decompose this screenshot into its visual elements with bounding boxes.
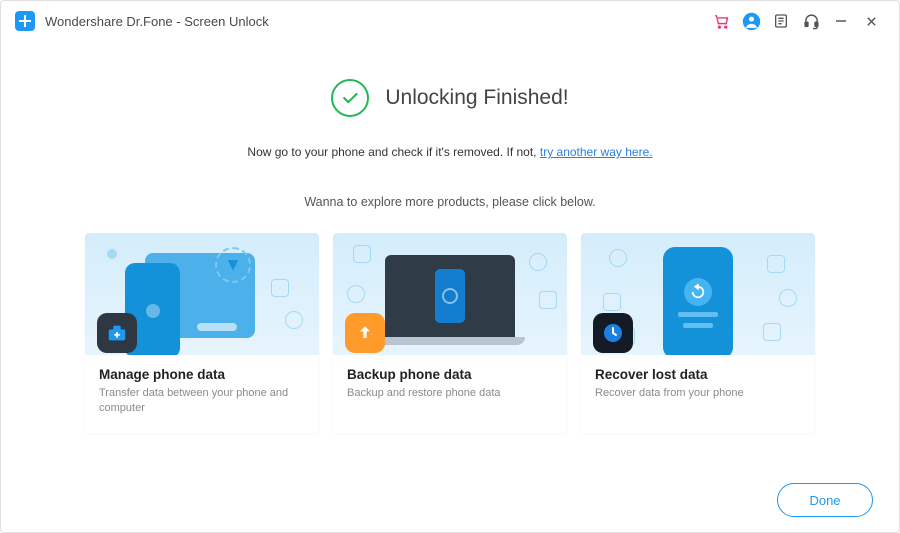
headset-icon[interactable] xyxy=(797,7,825,35)
explore-text: Wanna to explore more products, please c… xyxy=(304,195,595,209)
card-desc: Recover data from your phone xyxy=(595,386,801,401)
success-check-icon xyxy=(331,79,369,117)
product-cards: Manage phone data Transfer data between … xyxy=(1,233,899,433)
card-illustration xyxy=(581,233,815,355)
minimize-icon[interactable] xyxy=(827,7,855,35)
status-title: Unlocking Finished! xyxy=(385,86,568,110)
card-recover-lost-data[interactable]: Recover lost data Recover data from your… xyxy=(581,233,815,433)
card-title: Recover lost data xyxy=(595,367,801,382)
notes-icon[interactable] xyxy=(767,7,795,35)
app-logo-icon xyxy=(15,11,35,31)
done-button[interactable]: Done xyxy=(777,483,873,517)
card-backup-phone-data[interactable]: Backup phone data Backup and restore pho… xyxy=(333,233,567,433)
title-bar: Wondershare Dr.Fone - Screen Unlock xyxy=(1,1,899,41)
card-illustration xyxy=(333,233,567,355)
status-sub-prefix: Now go to your phone and check if it's r… xyxy=(247,145,539,159)
try-another-way-link[interactable]: try another way here. xyxy=(540,145,653,159)
status-subtext: Now go to your phone and check if it's r… xyxy=(247,145,652,159)
account-icon[interactable] xyxy=(737,7,765,35)
status-headline: Unlocking Finished! xyxy=(331,79,568,117)
cart-icon[interactable] xyxy=(707,7,735,35)
card-title: Backup phone data xyxy=(347,367,553,382)
card-title: Manage phone data xyxy=(99,367,305,382)
card-manage-phone-data[interactable]: Manage phone data Transfer data between … xyxy=(85,233,319,433)
footer: Done xyxy=(1,468,899,532)
card-illustration xyxy=(85,233,319,355)
window-title: Wondershare Dr.Fone - Screen Unlock xyxy=(45,14,269,29)
card-desc: Transfer data between your phone and com… xyxy=(99,386,305,417)
main-content: Unlocking Finished! Now go to your phone… xyxy=(1,41,899,468)
close-icon[interactable] xyxy=(857,7,885,35)
clock-app-icon xyxy=(593,313,633,353)
card-desc: Backup and restore phone data xyxy=(347,386,553,401)
upload-app-icon xyxy=(345,313,385,353)
medkit-app-icon xyxy=(97,313,137,353)
